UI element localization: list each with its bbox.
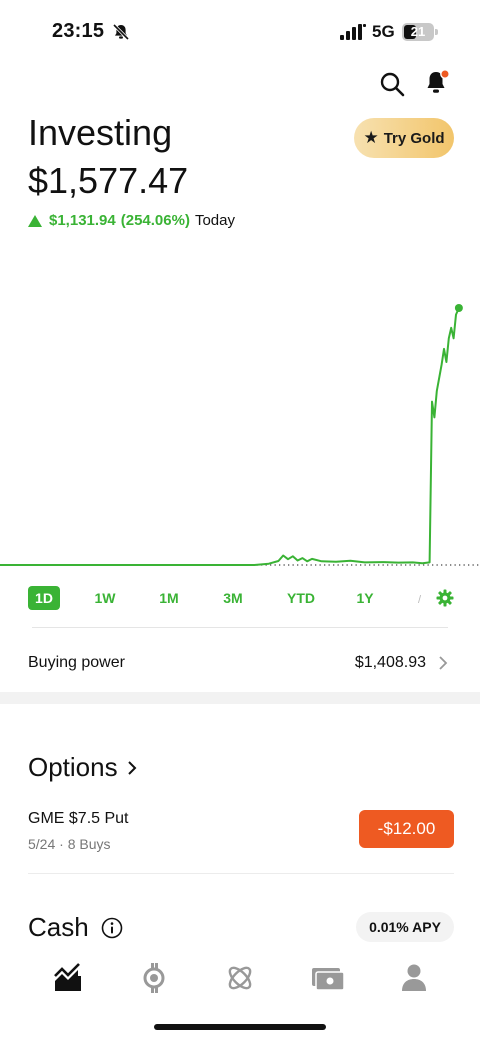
option-pl-badge[interactable]: -$12.00	[359, 810, 454, 848]
chevron-right-icon	[127, 760, 137, 775]
star-icon: ★	[363, 128, 379, 147]
option-meta: 5/24 · 8 Buys	[28, 836, 111, 852]
apy-badge: 0.01% APY	[356, 912, 454, 942]
up-triangle-icon	[28, 214, 42, 227]
change-period: Today	[194, 212, 235, 229]
page-title: Investing	[28, 112, 173, 153]
try-gold-button[interactable]: ★ Try Gold	[354, 118, 454, 158]
bell-muted-icon	[112, 23, 130, 41]
info-icon[interactable]	[101, 917, 123, 939]
bottom-tab-bar	[0, 948, 480, 1008]
crypto-icon[interactable]	[138, 962, 170, 994]
status-time: 23:15	[52, 20, 105, 42]
network-type: 5G	[372, 22, 395, 41]
chevron-right-icon	[439, 656, 448, 670]
gear-icon[interactable]	[436, 589, 454, 607]
search-icon[interactable]	[378, 70, 406, 98]
range-3m[interactable]: 3M	[216, 586, 250, 610]
battery-indicator: 21	[402, 23, 438, 41]
chart-icon[interactable]	[52, 962, 84, 994]
section-separator	[0, 692, 480, 704]
battery-cap	[435, 29, 438, 35]
range-1m[interactable]: 1M	[152, 586, 186, 610]
options-section-heading[interactable]: Options	[28, 752, 138, 783]
chart-series-line	[0, 307, 460, 566]
buying-power-value: $1,408.93	[354, 654, 426, 671]
cash-title: Cash	[28, 912, 89, 942]
range-1y[interactable]: 1Y	[348, 586, 382, 610]
options-title: Options	[28, 752, 118, 782]
change-amount: $1,131.94	[49, 212, 116, 229]
range-ytd[interactable]: YTD	[280, 586, 322, 610]
notifications-bell-icon[interactable]	[422, 68, 452, 98]
buying-power-label: Buying power	[28, 654, 125, 671]
daily-change: $1,131.94 (254.06%) Today	[28, 212, 235, 229]
range-1w[interactable]: 1W	[88, 586, 122, 610]
home-indicator	[154, 1024, 326, 1030]
cash-section-heading: Cash	[28, 912, 123, 943]
status-bar: 23:15 5G 21	[0, 0, 480, 64]
portfolio-chart[interactable]	[0, 290, 480, 580]
divider	[32, 627, 448, 628]
atom-icon[interactable]	[224, 962, 256, 994]
account-icon[interactable]	[398, 962, 430, 994]
option-position-row[interactable]: GME $7.5 Put 5/24 · 8 Buys -$12.00	[28, 804, 454, 860]
battery-level: 21	[410, 24, 426, 39]
divider	[28, 873, 454, 874]
option-name: GME $7.5 Put	[28, 810, 129, 827]
range-1d[interactable]: 1D	[28, 586, 60, 610]
try-gold-label: Try Gold	[383, 129, 445, 147]
change-percent: (254.06%)	[120, 212, 190, 229]
range-selector: 1D 1W 1M 3M YTD 1Y /	[26, 586, 460, 612]
portfolio-value: $1,577.47	[28, 160, 189, 201]
cash-card-icon[interactable]	[310, 962, 346, 994]
range-overflow-mark: /	[418, 594, 422, 606]
signal-icon	[340, 24, 366, 40]
buying-power-row[interactable]: Buying power $1,408.93	[28, 644, 452, 680]
chart-current-point	[454, 304, 463, 312]
